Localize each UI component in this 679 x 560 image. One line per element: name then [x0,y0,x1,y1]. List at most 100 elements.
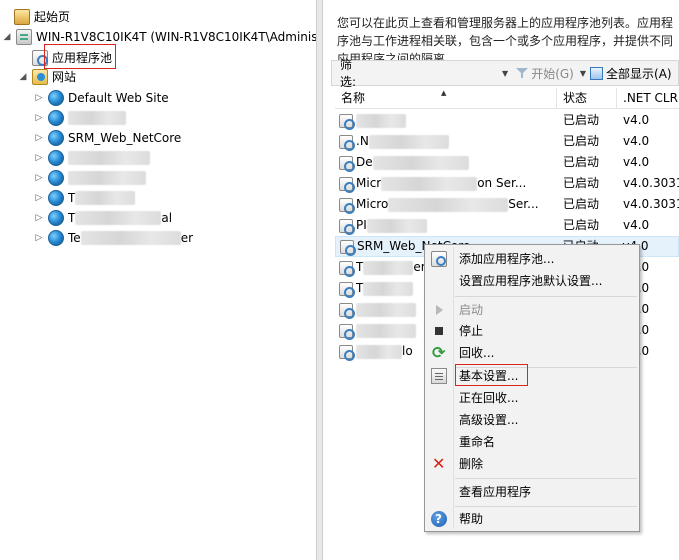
tree-item-label: 应用程序池 [52,51,113,65]
redacted-text [356,302,416,317]
basic-settings-icon [431,368,447,384]
redacted-text [381,176,478,191]
tree-item-server[interactable]: ◢ WIN-R1V8C10IK4T (WIN-R1V8C10IK4T\Admin… [2,27,316,47]
tree-item-site[interactable]: ▷ [34,148,150,168]
tree-item-label: WIN-R1V8C10IK4T (WIN-R1V8C10IK4T\Adminis… [36,30,316,44]
go-dropdown-icon[interactable]: ▼ [580,69,586,78]
collapse-icon[interactable]: ◢ [18,67,28,87]
sort-ascending-icon: ▲ [441,89,447,97]
menu-item-delete[interactable]: 删除 [425,453,639,475]
tree-item-site[interactable]: ▷ T [34,188,136,208]
redacted-text [363,260,414,275]
tree-item-label: 网站 [52,70,77,84]
tree-item-start-page[interactable]: 起始页 [14,7,70,27]
list-row[interactable]: .N 已启动 v4.0 [335,131,679,152]
list-row[interactable]: MicroSer... 已启动 v4.0.30319 [335,194,679,215]
menu-item-stop[interactable]: 停止 [425,320,639,342]
tree-item-site[interactable]: ▷ Te er [34,228,193,248]
site-label: T [68,211,76,225]
menu-item-start: 启动 [425,299,639,321]
collapse-icon[interactable]: ◢ [2,27,12,47]
redacted-text [368,134,449,149]
filter-input[interactable] [360,64,501,82]
column-header-status[interactable]: 状态 [557,88,617,109]
redacted-text [356,344,402,359]
menu-item-recycling[interactable]: 正在回收... [425,387,639,409]
list-row[interactable]: De 已启动 v4.0 [335,152,679,173]
tree-item-site[interactable]: ▷ T al [34,208,172,228]
tree-item-app-pools[interactable]: 应用程序池 [32,48,112,68]
app-pool-icon [340,239,356,256]
context-menu: 添加应用程序池... 设置应用程序池默认设置... 启动 停止 回收... 基本… [424,244,640,532]
app-pool-icon [339,176,355,193]
filter-dropdown-icon[interactable]: ▼ [502,69,508,78]
start-icon [431,302,447,318]
redacted-text [68,171,146,185]
menu-item-advanced-settings[interactable]: 高级设置... [425,409,639,431]
redacted-text [372,155,469,170]
tree-item-site[interactable]: ▷ [34,168,146,188]
globe-icon [48,130,64,146]
app-pool-icon [32,50,48,66]
globe-icon [48,190,64,206]
start-page-icon [14,9,30,25]
menu-item-set-defaults[interactable]: 设置应用程序池默认设置... [425,270,639,292]
menu-item-help[interactable]: 帮助 [425,508,639,530]
server-icon [16,29,32,45]
expand-icon[interactable]: ▷ [34,168,44,188]
tree-item-sites[interactable]: ◢ 网站 [18,67,76,87]
globe-icon [48,170,64,186]
delete-icon [431,453,447,475]
app-pool-icon [339,218,355,235]
tree-item-site[interactable]: ▷ SRM_Web_NetCore [34,128,181,148]
pane-splitter[interactable] [316,0,323,560]
app-pool-icon [339,155,355,172]
redacted-text [388,197,509,212]
redacted-text [68,151,150,165]
redacted-text [356,113,406,128]
menu-item-basic-settings[interactable]: 基本设置... [425,365,639,387]
redacted-text [366,218,427,233]
show-all-button[interactable]: 全部显示(A) [590,65,672,82]
add-pool-icon [431,251,447,267]
show-all-icon [590,66,604,80]
site-label: Default Web Site [68,91,169,105]
list-row[interactable]: 已启动 v4.0 [335,110,679,131]
go-button[interactable]: 开始(G) [516,65,574,82]
funnel-icon [516,67,529,79]
list-row[interactable]: Micron Ser... 已启动 v4.0.30319 [335,173,679,194]
expand-icon[interactable]: ▷ [34,108,44,128]
column-header-name[interactable]: 名称 ▲ [335,88,557,109]
menu-item-add-app-pool[interactable]: 添加应用程序池... [425,248,639,270]
expand-icon[interactable]: ▷ [34,128,44,148]
expand-icon[interactable]: ▷ [34,148,44,168]
go-button-label: 开始(G) [531,66,574,81]
app-pool-icon [339,344,355,361]
globe-icon [48,150,64,166]
redacted-text [75,191,136,205]
filter-label: 筛选: [340,58,357,89]
menu-separator [455,506,637,507]
column-header-clr[interactable]: .NET CLR [617,88,679,109]
list-row[interactable]: PI 已启动 v4.0 [335,215,679,236]
sites-folder-icon [32,69,48,85]
expand-icon[interactable]: ▷ [34,228,44,248]
expand-icon[interactable]: ▷ [34,88,44,108]
expand-icon[interactable]: ▷ [34,188,44,208]
tree-item-label: 起始页 [34,10,71,24]
menu-item-view-apps[interactable]: 查看应用程序 [425,481,639,503]
redacted-text [75,211,162,225]
globe-icon [48,230,64,246]
app-pool-icon [339,197,355,214]
stop-icon [431,323,447,339]
app-pool-icon [339,260,355,277]
site-label: SRM_Web_NetCore [68,131,182,145]
menu-item-recycle[interactable]: 回收... [425,342,639,364]
tree-item-site[interactable]: ▷ [34,108,126,128]
tree-item-site[interactable]: ▷ Default Web Site [34,88,169,108]
globe-icon [48,90,64,106]
site-label: Te [68,231,81,245]
menu-item-rename[interactable]: 重命名 [425,431,639,453]
menu-separator [455,478,637,479]
expand-icon[interactable]: ▷ [34,208,44,228]
